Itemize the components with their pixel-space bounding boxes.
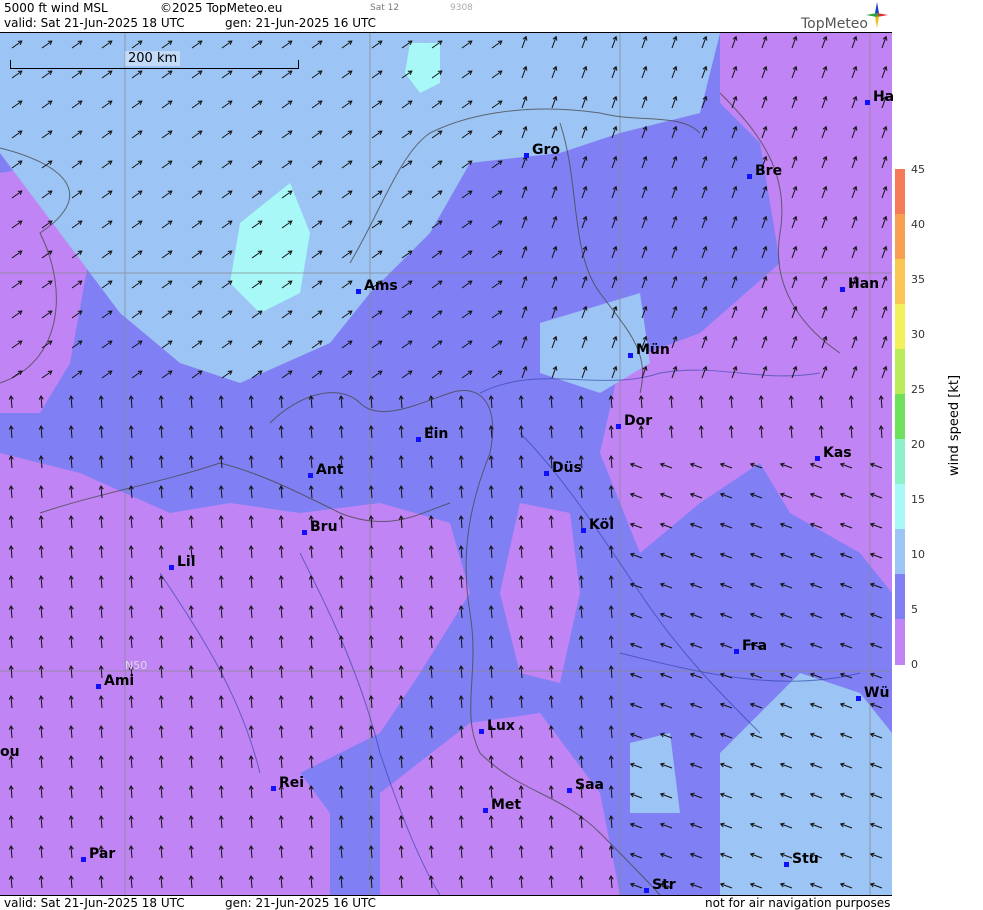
footer-valid-time: valid: Sat 21-Jun-2025 18 UTC xyxy=(4,896,185,910)
city-label: Ant xyxy=(308,462,344,478)
city-label: Bru xyxy=(302,519,338,535)
legend-tick: 40 xyxy=(911,218,925,231)
map-header: 5000 ft wind MSL ©2025 TopMeteo.eu Sat 1… xyxy=(0,0,892,33)
legend-tick: 30 xyxy=(911,328,925,341)
city-label: Düs xyxy=(544,460,582,476)
city-label: Met xyxy=(482,797,522,813)
city-label: Dor xyxy=(615,413,653,429)
day-tag: Sat 12 xyxy=(370,3,400,13)
scale-label: 200 km xyxy=(125,51,181,66)
legend-color-step xyxy=(895,394,905,440)
compass-star-icon xyxy=(866,2,888,28)
wind-map[interactable]: 200 km N50 Ha Gro Bre Ams Han Mün Dor Ei… xyxy=(0,33,895,896)
city-label: Han xyxy=(839,276,880,292)
legend-color-step xyxy=(895,574,905,620)
topmeteo-logo[interactable]: TopMeteo xyxy=(801,2,888,32)
legend-color-step xyxy=(895,529,905,575)
latitude-label: N50 xyxy=(125,659,148,672)
city-label: Lil xyxy=(169,554,196,570)
legend-tick: 45 xyxy=(911,163,925,176)
legend-tick: 20 xyxy=(911,438,925,451)
product-title: 5000 ft wind MSL xyxy=(4,1,108,15)
city-label: Fra xyxy=(733,638,768,654)
city-label: Köl xyxy=(580,517,615,533)
city-label: Par xyxy=(80,846,116,862)
legend-tick: 35 xyxy=(911,273,925,286)
disclaimer: not for air navigation purposes xyxy=(705,896,891,910)
legend-tick: 10 xyxy=(911,548,925,561)
legend-tick: 15 xyxy=(911,493,925,506)
city-label: ou xyxy=(0,744,20,760)
image-code: 9308 xyxy=(450,3,473,13)
city-label: Bre xyxy=(746,163,783,179)
city-label: Mün xyxy=(628,342,670,358)
city-label: Ein xyxy=(415,426,449,442)
legend-color-step xyxy=(895,484,905,530)
city-label: Rei xyxy=(270,775,305,791)
legend-color-step xyxy=(895,349,905,395)
map-footer: valid: Sat 21-Jun-2025 18 UTC gen: 21-Ju… xyxy=(0,895,892,910)
city-label: Ami xyxy=(95,673,135,689)
copyright: ©2025 TopMeteo.eu xyxy=(160,1,283,15)
legend-color-step xyxy=(895,169,905,215)
legend-tick: 5 xyxy=(911,603,918,616)
legend-color-step xyxy=(895,304,905,350)
legend-title: wind speed [kt] xyxy=(947,374,962,476)
legend-color-step xyxy=(895,214,905,260)
logo-text: TopMeteo xyxy=(801,16,868,32)
wind-speed-legend: 45 40 35 30 25 20 15 10 5 0 wind speed [… xyxy=(893,0,983,909)
city-label: Ha xyxy=(864,89,895,105)
generated-time: gen: 21-Jun-2025 16 UTC xyxy=(225,16,377,30)
footer-generated-time: gen: 21-Jun-2025 16 UTC xyxy=(225,896,377,910)
city-label: Ams xyxy=(356,278,398,294)
legend-color-step xyxy=(895,439,905,485)
city-label: Stu xyxy=(784,851,819,867)
city-label: Saa xyxy=(567,777,604,793)
valid-time: valid: Sat 21-Jun-2025 18 UTC xyxy=(4,16,185,30)
city-label: Str xyxy=(644,877,676,893)
city-label: Kas xyxy=(815,445,852,461)
city-label: Wü xyxy=(855,685,890,701)
legend-tick: 0 xyxy=(911,658,918,671)
city-label: Lux xyxy=(479,718,515,734)
legend-color-step xyxy=(895,619,905,665)
city-label: Gro xyxy=(523,142,561,158)
legend-color-step xyxy=(895,259,905,305)
legend-tick: 25 xyxy=(911,383,925,396)
